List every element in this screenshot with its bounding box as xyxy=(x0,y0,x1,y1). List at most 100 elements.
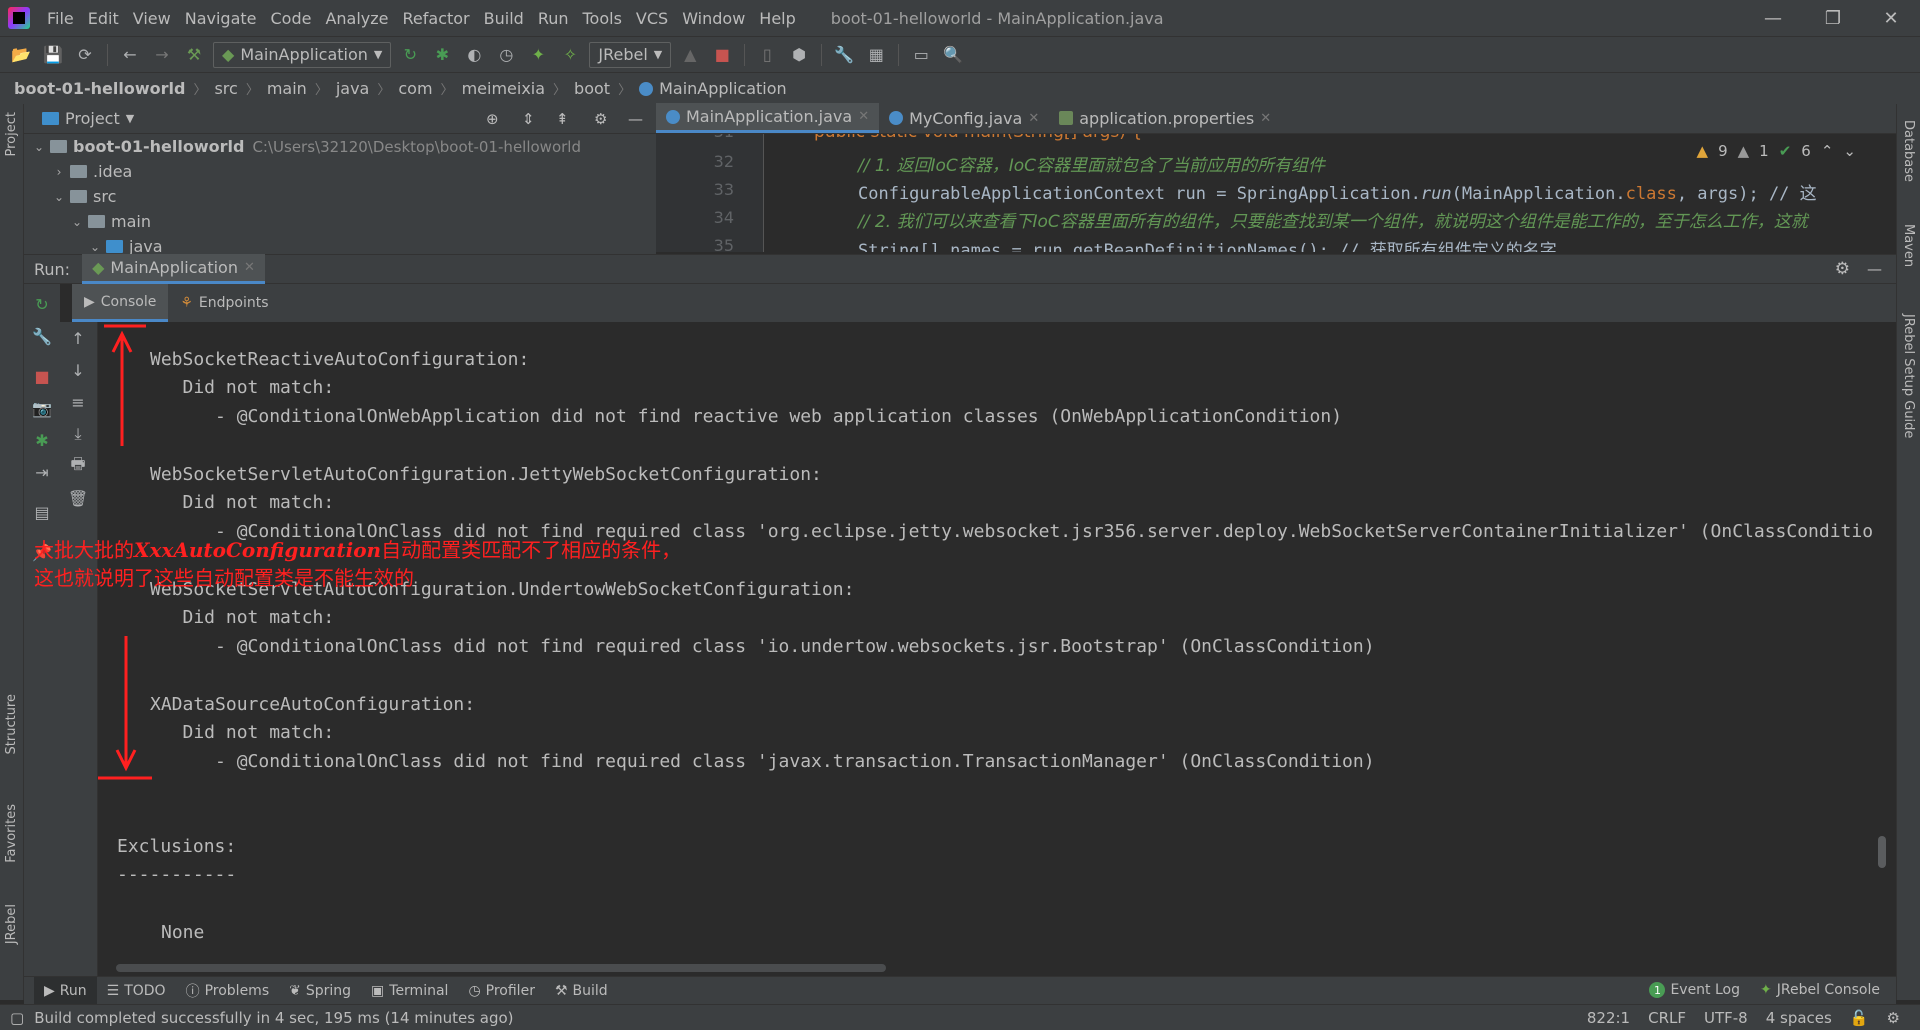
tree-item-root[interactable]: ⌄ boot-01-helloworld C:\Users\32120\Desk… xyxy=(24,134,656,159)
expand-all-icon[interactable]: ⇕ xyxy=(522,110,535,128)
breadcrumb-item[interactable]: MainApplication xyxy=(659,79,787,98)
tab-mainapplication[interactable]: MainApplication.java ✕ xyxy=(656,103,880,133)
status-window-icon[interactable]: ▢ xyxy=(10,1009,24,1027)
chevron-down-icon[interactable]: ⌄ xyxy=(32,140,46,154)
jrebel-console-button[interactable]: ✦ JRebel Console xyxy=(1750,976,1890,1004)
tree-item-main[interactable]: ⌄ main xyxy=(24,209,656,234)
menu-code[interactable]: Code xyxy=(264,9,319,28)
line-separator[interactable]: CRLF xyxy=(1648,1009,1686,1027)
stop-icon[interactable]: ■ xyxy=(709,42,735,68)
run-config-selector[interactable]: ◆ MainApplication ▼ xyxy=(213,41,392,68)
maven-tool-button[interactable]: Maven xyxy=(1901,224,1916,267)
run-tab-mainapplication[interactable]: ◆ MainApplication ✕ xyxy=(82,254,265,284)
settings-wrench-icon[interactable]: 🔧 xyxy=(831,42,857,68)
bottom-tab-profiler[interactable]: ◷ Profiler xyxy=(458,977,545,1005)
menu-refactor[interactable]: Refactor xyxy=(396,9,477,28)
scroll-down-icon[interactable]: ↓ xyxy=(68,360,88,380)
menu-file[interactable]: File xyxy=(40,9,81,28)
inspection-widget[interactable]: ▲ 9 ▲ 1 ✔ 6 ⌃ ⌄ xyxy=(1697,142,1856,160)
jrebel-run-icon[interactable]: ✦ xyxy=(525,42,551,68)
close-icon[interactable]: ✕ xyxy=(244,260,255,275)
tab-console[interactable]: ▶ Console xyxy=(72,284,169,322)
open-folder-icon[interactable]: 📂 xyxy=(8,42,34,68)
chevron-down-icon[interactable]: ⌄ xyxy=(52,190,66,204)
file-encoding[interactable]: UTF-8 xyxy=(1704,1009,1748,1027)
close-icon[interactable]: ✕ xyxy=(1260,111,1271,126)
close-icon[interactable]: ✕ xyxy=(1028,111,1039,126)
scroll-up-icon[interactable]: ↑ xyxy=(68,328,88,348)
chevron-down-icon[interactable]: ⌄ xyxy=(70,215,84,229)
database-tool-button[interactable]: Database xyxy=(1901,120,1916,182)
rerun-icon[interactable]: ↻ xyxy=(32,294,52,314)
minimize-button[interactable]: — xyxy=(1744,0,1802,36)
console-output[interactable]: WebSocketReactiveAutoConfiguration: Did … xyxy=(98,322,1896,976)
project-panel-title[interactable]: Project xyxy=(65,109,120,128)
trash-icon[interactable]: 🗑 xyxy=(68,488,88,508)
jrebel-setup-guide-button[interactable]: JRebel Setup Guide xyxy=(1901,314,1916,438)
update-running-icon[interactable]: ▲ xyxy=(677,42,703,68)
jrebel-selector[interactable]: JRebel ▼ xyxy=(589,41,672,68)
bottom-tab-build[interactable]: ⚒ Build xyxy=(545,977,618,1005)
tree-item-idea[interactable]: › .idea xyxy=(24,159,656,184)
menu-run[interactable]: Run xyxy=(531,9,576,28)
lock-icon[interactable]: 🔓 xyxy=(1850,1009,1869,1027)
chevron-down-icon[interactable]: ⌄ xyxy=(1843,142,1856,160)
menu-vcs[interactable]: VCS xyxy=(629,9,675,28)
favorites-tool-button[interactable]: Favorites xyxy=(4,804,19,863)
menu-navigate[interactable]: Navigate xyxy=(178,9,264,28)
chevron-right-icon[interactable]: › xyxy=(52,165,66,179)
event-log-button[interactable]: 1 Event Log xyxy=(1639,976,1750,1004)
menu-view[interactable]: View xyxy=(126,9,178,28)
chevron-up-icon[interactable]: ⌃ xyxy=(1821,142,1834,160)
bottom-tab-spring[interactable]: ❦ Spring xyxy=(279,977,361,1005)
forward-icon[interactable]: → xyxy=(149,42,175,68)
breadcrumb-item[interactable]: boot xyxy=(574,79,610,98)
terminal-window-icon[interactable]: ▭ xyxy=(908,42,934,68)
soft-wrap-icon[interactable]: ≡ xyxy=(68,392,88,412)
bottom-tab-run[interactable]: ▶ Run xyxy=(34,976,97,1005)
structure-tool-button[interactable]: Structure xyxy=(4,694,19,754)
locate-icon[interactable]: ⊕ xyxy=(486,110,499,128)
breadcrumb-item[interactable]: boot-01-helloworld xyxy=(14,79,185,98)
breadcrumb-item[interactable]: main xyxy=(267,79,307,98)
debug-bug-icon[interactable]: ✱ xyxy=(32,430,52,450)
print-icon[interactable]: 🖶 xyxy=(68,454,88,476)
device-icon[interactable]: ▯ xyxy=(754,42,780,68)
tree-item-src[interactable]: ⌄ src xyxy=(24,184,656,209)
bottom-tab-terminal[interactable]: ▣ Terminal xyxy=(361,977,458,1005)
camera-icon[interactable]: 📷 xyxy=(32,398,52,418)
project-tool-button[interactable]: Project xyxy=(4,112,19,156)
layout-icon[interactable]: ▤ xyxy=(32,502,52,522)
stop-icon[interactable]: ■ xyxy=(32,366,52,386)
scroll-to-end-icon[interactable]: ⤓ xyxy=(68,424,88,444)
exit-icon[interactable]: ⇥ xyxy=(32,462,52,482)
project-structure-icon[interactable]: ▦ xyxy=(863,42,889,68)
profiler-icon[interactable]: ◷ xyxy=(493,42,519,68)
memory-indicator-icon[interactable]: ⚙ xyxy=(1887,1009,1900,1027)
search-icon[interactable]: 🔍 xyxy=(940,42,966,68)
indent-setting[interactable]: 4 spaces xyxy=(1766,1009,1832,1027)
tree-item-java[interactable]: ⌄ java xyxy=(24,234,656,254)
breadcrumb-item[interactable]: meimeixia xyxy=(462,79,545,98)
tab-endpoints[interactable]: ⚘ Endpoints xyxy=(168,284,280,322)
status-message[interactable]: Build completed successfully in 4 sec, 1… xyxy=(34,1009,513,1027)
restore-button[interactable]: ❐ xyxy=(1804,0,1862,36)
debug-icon[interactable]: ✱ xyxy=(429,42,455,68)
menu-edit[interactable]: Edit xyxy=(81,9,126,28)
breadcrumb-item[interactable]: src xyxy=(214,79,237,98)
chevron-down-icon[interactable]: ▼ xyxy=(126,112,134,125)
horizontal-scrollbar[interactable] xyxy=(116,964,886,972)
build-hammer-icon[interactable]: ⚒ xyxy=(181,42,207,68)
jrebel-tool-button[interactable]: JRebel xyxy=(4,904,19,944)
tab-application-properties[interactable]: application.properties ✕ xyxy=(1049,103,1281,133)
vertical-scrollbar[interactable] xyxy=(1878,836,1886,868)
save-icon[interactable]: 💾 xyxy=(40,42,66,68)
rerun-icon[interactable]: ↻ xyxy=(397,42,423,68)
menu-analyze[interactable]: Analyze xyxy=(318,9,395,28)
hide-panel-icon[interactable]: — xyxy=(1867,260,1882,278)
breadcrumb-item[interactable]: java xyxy=(336,79,370,98)
gear-icon[interactable]: ⚙ xyxy=(1835,259,1850,279)
coverage-icon[interactable]: ◐ xyxy=(461,42,487,68)
bottom-tab-todo[interactable]: ☰ TODO xyxy=(97,977,176,1005)
jrebel-debug-icon[interactable]: ✧ xyxy=(557,42,583,68)
